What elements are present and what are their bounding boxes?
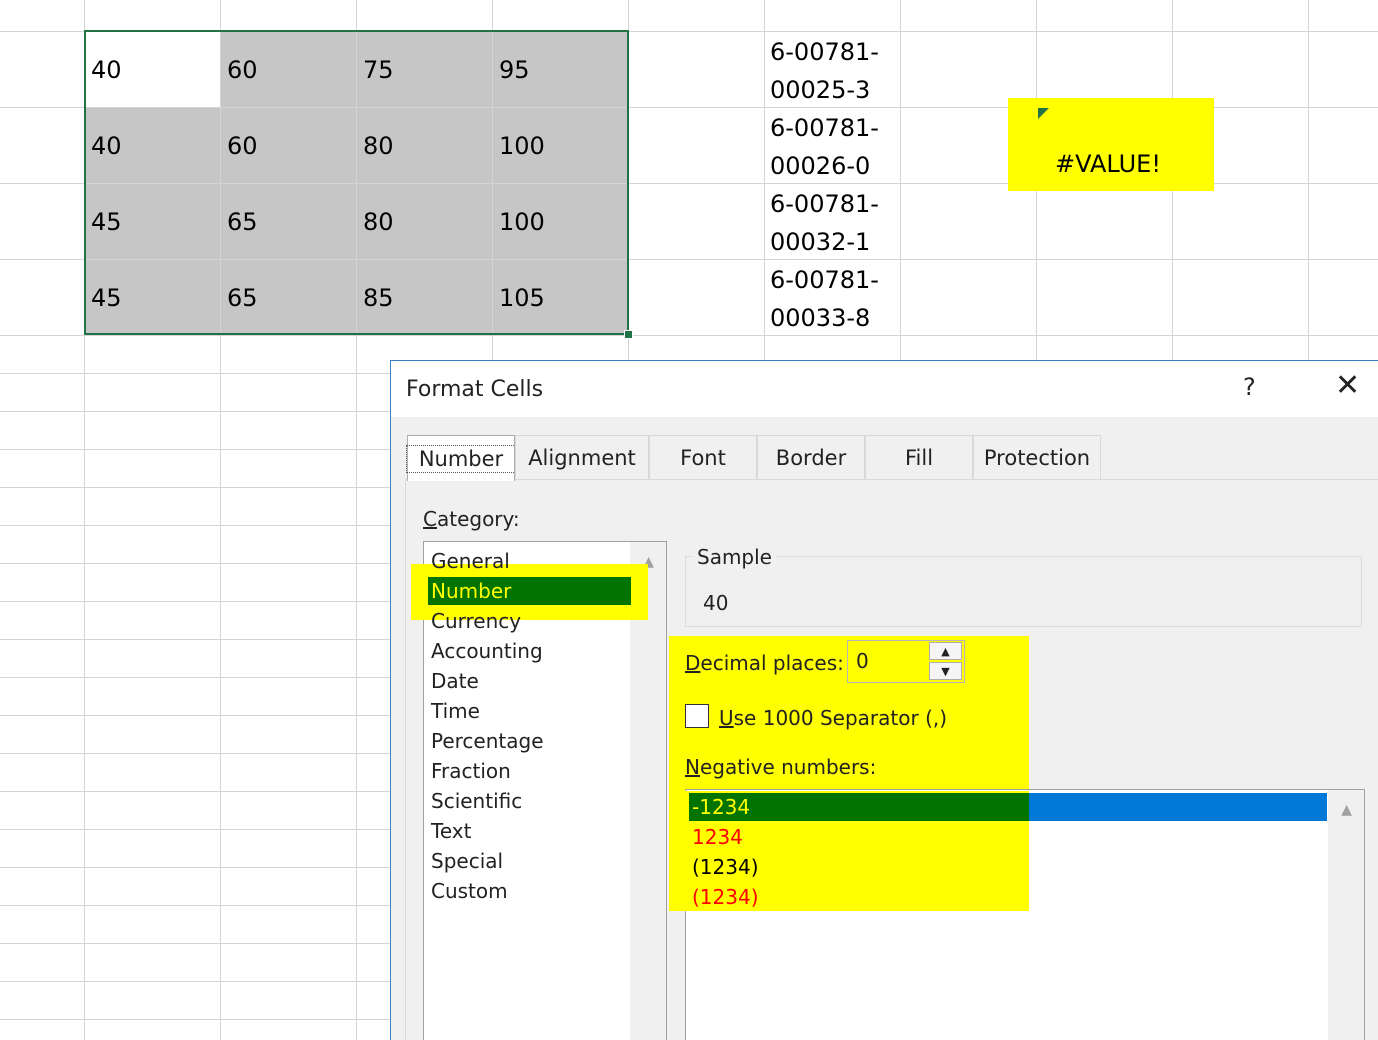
- scroll-up-icon[interactable]: ▲: [1341, 802, 1352, 818]
- tab-number[interactable]: Number: [405, 435, 517, 481]
- category-item[interactable]: Percentage: [431, 727, 544, 755]
- sample-box: [685, 556, 1362, 627]
- decimal-label-text: ecimal places:: [700, 651, 844, 675]
- code-line: 6-00781-: [770, 114, 879, 142]
- separator-label-text: se 1000 Separator (,): [733, 706, 948, 730]
- code-line: 00026-0: [770, 152, 871, 180]
- code-line: 00032-1: [770, 228, 871, 256]
- category-item-selected[interactable]: Number: [428, 577, 631, 605]
- category-item[interactable]: Time: [431, 697, 480, 725]
- category-item[interactable]: Custom: [431, 877, 508, 905]
- negative-label-accel: N: [685, 755, 700, 779]
- sample-label: Sample: [693, 545, 776, 569]
- grid-cell[interactable]: 75: [357, 32, 492, 107]
- grid-cell[interactable]: 80: [357, 108, 492, 183]
- code-line: 00033-8: [770, 304, 871, 332]
- decimal-places-label: Decimal places:: [685, 651, 844, 675]
- gridline: [0, 335, 1378, 336]
- close-icon[interactable]: ✕: [1335, 371, 1360, 401]
- category-item[interactable]: Fraction: [431, 757, 511, 785]
- negative-option-selected[interactable]: -1234: [692, 793, 750, 821]
- value-error-cell[interactable]: #VALUE!: [1055, 150, 1161, 178]
- category-label-text: ategory:: [436, 507, 520, 531]
- code-cell[interactable]: 6-00781- 00026-0: [770, 109, 879, 185]
- grid-cell[interactable]: 65: [221, 184, 356, 259]
- category-item[interactable]: Text: [431, 817, 471, 845]
- separator-label-accel: U: [719, 706, 734, 730]
- fill-handle[interactable]: [624, 330, 633, 339]
- negative-numbers-label: Negative numbers:: [685, 755, 876, 779]
- grid-cell[interactable]: 40: [85, 32, 220, 107]
- dialog-titlebar[interactable]: Format Cells ? ✕: [391, 361, 1378, 417]
- code-line: 6-00781-: [770, 266, 879, 294]
- thousands-separator-checkbox[interactable]: [685, 704, 709, 728]
- grid-cell[interactable]: 100: [493, 108, 628, 183]
- negative-option[interactable]: (1234): [692, 853, 759, 881]
- grid-cell[interactable]: 105: [493, 260, 628, 335]
- sample-value: 40: [703, 591, 729, 615]
- code-line: 6-00781-: [770, 38, 879, 66]
- tab-label: Number: [405, 444, 517, 473]
- spin-down-icon[interactable]: ▼: [929, 662, 962, 680]
- category-item[interactable]: General: [431, 547, 510, 575]
- decimal-label-accel: D: [685, 651, 701, 675]
- code-cell[interactable]: 6-00781- 00033-8: [770, 261, 879, 337]
- dialog-title: Format Cells: [406, 377, 544, 402]
- code-line: 00025-3: [770, 76, 871, 104]
- grid-cell[interactable]: 60: [221, 32, 356, 107]
- negative-option[interactable]: (1234): [692, 883, 759, 911]
- spin-up-icon[interactable]: ▲: [929, 642, 962, 660]
- tab-font[interactable]: Font: [649, 435, 757, 479]
- negative-option[interactable]: 1234: [692, 823, 743, 851]
- category-item[interactable]: Accounting: [431, 637, 543, 665]
- code-cell[interactable]: 6-00781- 00025-3: [770, 33, 879, 109]
- grid-cell[interactable]: 40: [85, 108, 220, 183]
- category-label: Category:: [423, 507, 520, 531]
- code-cell[interactable]: 6-00781- 00032-1: [770, 185, 879, 261]
- thousands-separator-label[interactable]: Use 1000 Separator (,): [719, 706, 947, 730]
- category-item[interactable]: Special: [431, 847, 503, 875]
- grid-cell[interactable]: 45: [85, 260, 220, 335]
- grid-cell[interactable]: 65: [221, 260, 356, 335]
- grid-cell[interactable]: 45: [85, 184, 220, 259]
- tab-alignment[interactable]: Alignment: [515, 435, 649, 479]
- grid-cell[interactable]: 95: [493, 32, 628, 107]
- negative-label-text: egative numbers:: [699, 755, 877, 779]
- grid-cell[interactable]: 80: [357, 184, 492, 259]
- grid-cell[interactable]: 85: [357, 260, 492, 335]
- tab-protection[interactable]: Protection: [973, 435, 1101, 479]
- tab-fill[interactable]: Fill: [865, 435, 973, 479]
- category-item[interactable]: Date: [431, 667, 479, 695]
- grid-cell[interactable]: 100: [493, 184, 628, 259]
- category-item[interactable]: Currency: [431, 607, 521, 635]
- error-indicator-icon[interactable]: [1038, 108, 1049, 119]
- format-cells-dialog: Format Cells ? ✕ Number Alignment Font B…: [390, 360, 1378, 1040]
- decimal-spinner[interactable]: ▲ ▼: [929, 642, 962, 681]
- code-line: 6-00781-: [770, 190, 879, 218]
- tab-border[interactable]: Border: [757, 435, 865, 479]
- category-item[interactable]: Scientific: [431, 787, 522, 815]
- negative-scrollbar[interactable]: ▲: [1328, 790, 1364, 1040]
- grid-cell[interactable]: 60: [221, 108, 356, 183]
- category-label-accel: C: [423, 507, 437, 531]
- help-button[interactable]: ?: [1243, 373, 1256, 401]
